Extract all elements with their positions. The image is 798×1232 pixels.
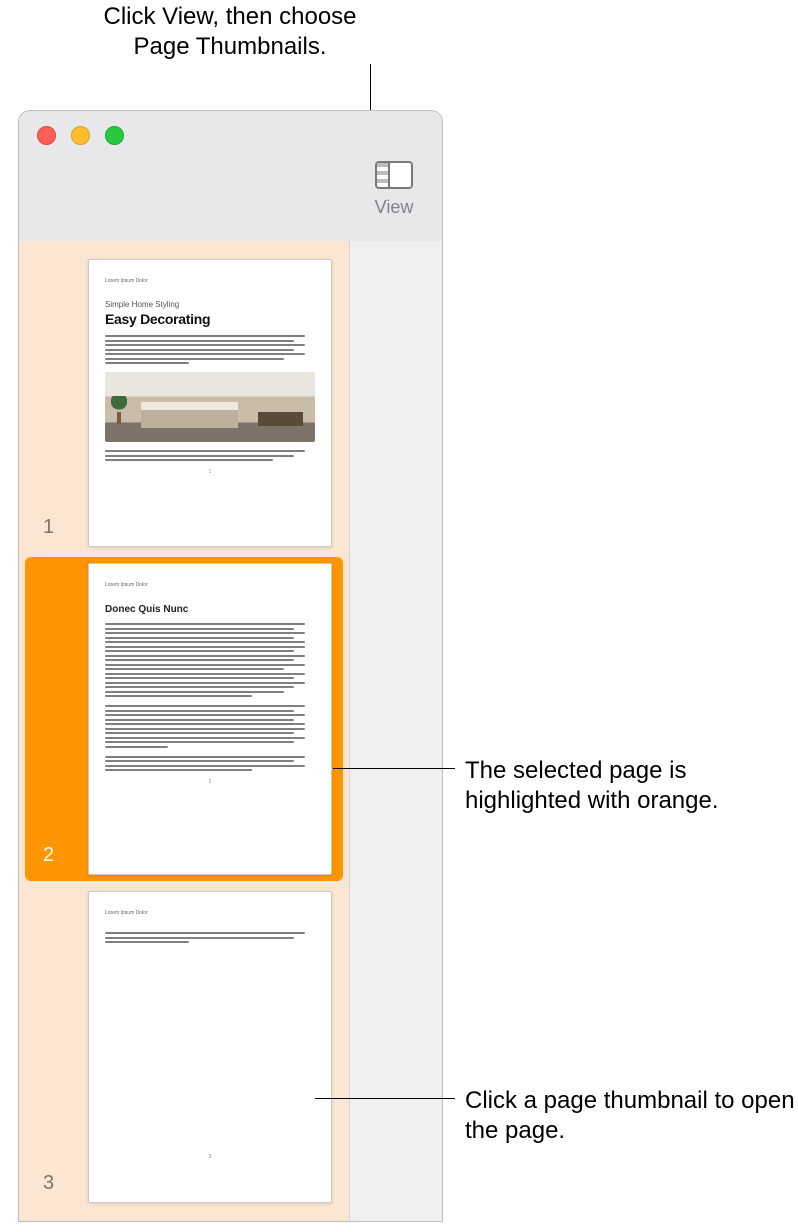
window-zoom-button[interactable] — [105, 126, 124, 145]
page-3-blank-area — [105, 946, 315, 1146]
app-window: View Lorem Ipsum Dolor Simple Home Styli… — [18, 110, 443, 1222]
window-titlebar: View — [19, 111, 442, 241]
annotation-open-text: Click a page thumbnail to open the page. — [465, 1087, 795, 1144]
page-2-body-text-3 — [105, 756, 315, 772]
page-2-body-text-2 — [105, 705, 315, 748]
page-thumbnail-1: Lorem Ipsum Dolor Simple Home Styling Ea… — [88, 259, 332, 547]
page-1-header: Lorem Ipsum Dolor — [105, 278, 315, 284]
page-1-body-text-2 — [105, 450, 315, 461]
page-thumbnail-3: Lorem Ipsum Dolor 3 — [88, 891, 332, 1203]
toolbar-view-button[interactable]: View — [364, 161, 424, 218]
page-thumbnail-number-1: 1 — [43, 516, 54, 539]
page-1-body-text — [105, 335, 315, 364]
page-3-footer-number: 3 — [105, 1154, 315, 1160]
annotation-selected-leader — [333, 768, 455, 769]
annotation-open-leader — [315, 1098, 455, 1099]
page-thumbnail-1-slot[interactable]: Lorem Ipsum Dolor Simple Home Styling Ea… — [25, 253, 343, 553]
window-minimize-button[interactable] — [71, 126, 90, 145]
window-controls — [37, 126, 124, 145]
page-thumbnail-2-slot[interactable]: Lorem Ipsum Dolor Donec Quis Nunc — [25, 557, 343, 881]
sidebar-view-icon — [375, 161, 413, 189]
page-2-footer-number: 2 — [105, 779, 315, 785]
page-2-header: Lorem Ipsum Dolor — [105, 582, 315, 588]
annotation-top: Click View, then choose Page Thumbnails. — [90, 2, 370, 62]
annotation-open: Click a page thumbnail to open the page. — [465, 1086, 795, 1146]
page-3-header: Lorem Ipsum Dolor — [105, 910, 315, 916]
page-thumbnail-2: Lorem Ipsum Dolor Donec Quis Nunc — [88, 563, 332, 875]
window-close-button[interactable] — [37, 126, 56, 145]
page-3-body-text — [105, 932, 315, 943]
page-2-section-title: Donec Quis Nunc — [105, 604, 315, 615]
page-1-subtitle: Simple Home Styling — [105, 300, 315, 309]
page-1-footer-number: 1 — [105, 469, 315, 475]
toolbar-view-label: View — [364, 197, 424, 218]
page-thumbnail-3-slot[interactable]: Lorem Ipsum Dolor 3 3 — [25, 885, 343, 1209]
page-thumbnail-number-2: 2 — [43, 844, 54, 867]
page-thumbnail-number-3: 3 — [43, 1172, 54, 1195]
page-1-image — [105, 372, 315, 442]
page-2-body-text — [105, 623, 315, 697]
annotation-selected-text: The selected page is highlighted with or… — [465, 757, 719, 814]
page-thumbnails-sidebar: Lorem Ipsum Dolor Simple Home Styling Ea… — [19, 241, 350, 1221]
annotation-selected: The selected page is highlighted with or… — [465, 756, 795, 816]
page-1-headline: Easy Decorating — [105, 311, 315, 327]
